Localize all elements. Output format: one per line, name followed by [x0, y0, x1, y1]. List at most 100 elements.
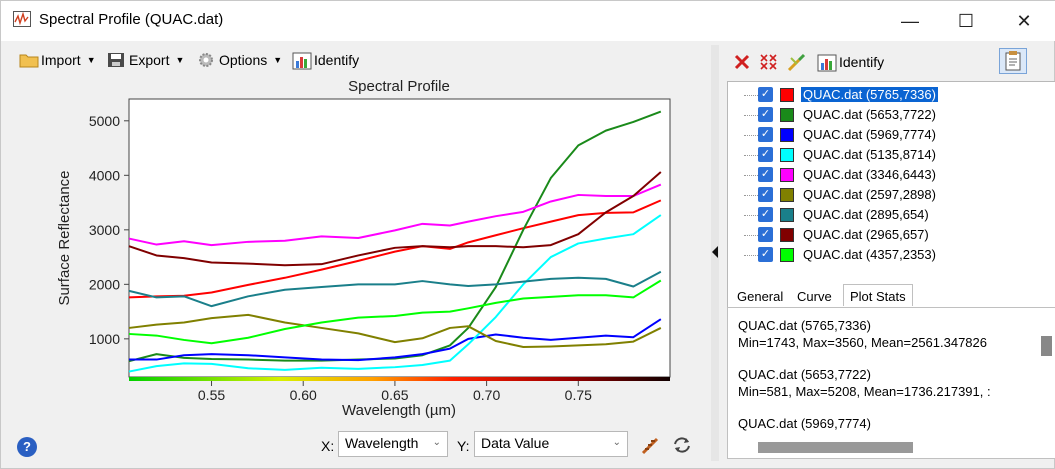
layer-item[interactable]: ✓ QUAC.dat (5135,8714) — [728, 145, 1055, 165]
layer-item[interactable]: ✓ QUAC.dat (2965,657) — [728, 225, 1055, 245]
y-tick-label: 5000 — [89, 113, 120, 129]
stats-line: QUAC.dat (5969,7774) — [738, 416, 871, 431]
layer-name: QUAC.dat (2895,654) — [803, 207, 929, 222]
layer-visibility-checkbox[interactable]: ✓ — [758, 147, 773, 162]
layer-visibility-checkbox[interactable]: ✓ — [758, 167, 773, 182]
options-menu-button[interactable]: Options ▼ — [197, 49, 282, 71]
chevron-down-icon: ▼ — [175, 55, 185, 65]
horizontal-scrollbar[interactable] — [758, 442, 913, 453]
chart-svg[interactable]: Spectral Profile 1000 2000 3000 4000 5000 0.… — [1, 71, 711, 427]
y-tick-label: 4000 — [89, 167, 120, 183]
layer-color-swatch[interactable] — [780, 148, 794, 162]
layer-name: QUAC.dat (2965,657) — [803, 227, 929, 242]
stack-plot-icon[interactable] — [641, 435, 659, 460]
x-tick-label: 0.70 — [473, 387, 500, 403]
layer-visibility-checkbox[interactable]: ✓ — [758, 187, 773, 202]
layer-color-swatch[interactable] — [780, 208, 794, 222]
spectral-profile-app-icon — [13, 11, 31, 27]
properties-tabs: General Curve Plot Stats — [727, 283, 1055, 307]
chevron-down-icon: ▼ — [86, 55, 96, 65]
y-axis-label: Surface Reflectance — [56, 170, 73, 305]
layer-name: QUAC.dat (5969,7774) — [803, 127, 936, 142]
delete-icon[interactable] — [733, 53, 751, 76]
layer-visibility-checkbox[interactable]: ✓ — [758, 207, 773, 222]
vertical-scrollbar[interactable] — [1041, 336, 1052, 356]
tab-plot-stats[interactable]: Plot Stats — [843, 284, 913, 306]
layer-name: QUAC.dat (4357,2353) — [803, 247, 936, 262]
layer-color-swatch[interactable] — [780, 228, 794, 242]
layer-color-swatch[interactable] — [780, 108, 794, 122]
y-tick-label: 3000 — [89, 222, 120, 238]
layer-name: QUAC.dat (5135,8714) — [803, 147, 936, 162]
layer-visibility-checkbox[interactable]: ✓ — [758, 127, 773, 142]
layer-visibility-checkbox[interactable]: ✓ — [758, 227, 773, 242]
stats-line: QUAC.dat (5765,7336) — [738, 318, 871, 333]
edit-curve-icon[interactable] — [787, 52, 807, 77]
layer-name: QUAC.dat (2597,2898) — [803, 187, 936, 202]
identify-button[interactable]: Identify — [292, 49, 359, 71]
x-tick-label: 0.55 — [198, 387, 225, 403]
stats-line: QUAC.dat (5653,7722) — [738, 367, 871, 382]
collapse-arrow-icon[interactable] — [711, 245, 719, 259]
export-label: Export — [129, 52, 170, 68]
layer-item[interactable]: ✓ QUAC.dat (4357,2353) — [728, 245, 1055, 265]
layer-color-swatch[interactable] — [780, 248, 794, 262]
layer-visibility-checkbox[interactable]: ✓ — [758, 107, 773, 122]
identify-chart-icon — [817, 54, 837, 72]
layer-color-swatch[interactable] — [780, 128, 794, 142]
minimize-button[interactable]: — — [887, 7, 933, 35]
save-disk-icon — [107, 52, 125, 68]
layer-item[interactable]: ✓ QUAC.dat (3346,6443) — [728, 165, 1055, 185]
stats-line: Min=1743, Max=3560, Mean=2561.347826 — [738, 335, 987, 350]
y-axis: 1000 2000 3000 4000 5000 — [89, 113, 129, 347]
layer-item[interactable]: ✓ QUAC.dat (5653,7722) — [728, 105, 1055, 125]
right-toolbar: Identify — [719, 41, 1055, 81]
right-panel: Identify ✓ QUAC.dat (5765,7336) ✓ QUAC.dat … — [719, 41, 1055, 469]
spectral-profile-window: Spectral Profile (QUAC.dat) — ☐ ✕ Import… — [0, 0, 1055, 469]
layer-name: QUAC.dat (5653,7722) — [803, 107, 936, 122]
title-bar: Spectral Profile (QUAC.dat) — ☐ ✕ — [1, 1, 1055, 41]
x-axis: 0.55 0.60 0.65 0.70 0.75 — [198, 381, 592, 403]
maximize-button[interactable]: ☐ — [943, 7, 989, 35]
tab-curve[interactable]: Curve — [791, 287, 838, 306]
identify-chart-icon — [292, 52, 312, 70]
properties-panel-toggle[interactable] — [999, 48, 1027, 74]
spectral-profile-chart[interactable]: Spectral Profile 1000 2000 3000 4000 5000 0.… — [1, 71, 711, 431]
layer-item[interactable]: ✓ QUAC.dat (2895,654) — [728, 205, 1055, 225]
right-identify-button[interactable]: Identify — [817, 51, 884, 73]
layer-item[interactable]: ✓ QUAC.dat (5969,7774) — [728, 125, 1055, 145]
options-label: Options — [219, 52, 268, 68]
x-axis-dropdown-value: Wavelength — [345, 435, 419, 451]
y-tick-label: 2000 — [89, 276, 120, 292]
x-axis-label: Wavelength (µm) — [342, 402, 456, 419]
x-axis-selector-label: X: — [321, 438, 335, 454]
layer-name: QUAC.dat (3346,6443) — [803, 167, 936, 182]
layer-color-swatch[interactable] — [780, 168, 794, 182]
folder-icon — [19, 52, 39, 68]
layer-item[interactable]: ✓ QUAC.dat (5765,7336) — [728, 85, 1055, 105]
x-axis-dropdown[interactable]: Wavelength ⌄ — [338, 431, 448, 457]
close-button[interactable]: ✕ — [1001, 7, 1047, 35]
right-identify-label: Identify — [839, 54, 885, 70]
layer-color-swatch[interactable] — [780, 88, 794, 102]
panel-splitter[interactable] — [711, 45, 719, 461]
layer-color-swatch[interactable] — [780, 188, 794, 202]
layer-item[interactable]: ✓ QUAC.dat (2597,2898) — [728, 185, 1055, 205]
x-tick-label: 0.60 — [290, 387, 317, 403]
refresh-icon[interactable] — [672, 436, 692, 459]
identify-label: Identify — [314, 52, 360, 68]
wavelength-color-bar — [129, 377, 670, 381]
export-menu-button[interactable]: Export ▼ — [107, 49, 184, 71]
y-axis-dropdown-value: Data Value — [481, 435, 550, 451]
delete-all-icon[interactable] — [759, 53, 779, 76]
layer-visibility-checkbox[interactable]: ✓ — [758, 247, 773, 262]
layer-name: QUAC.dat (5765,7336) — [801, 87, 938, 102]
x-tick-label: 0.75 — [565, 387, 592, 403]
properties-icon — [1005, 51, 1021, 71]
y-tick-label: 1000 — [89, 331, 120, 347]
tab-general[interactable]: General — [731, 287, 789, 306]
import-menu-button[interactable]: Import ▼ — [19, 49, 96, 71]
layer-visibility-checkbox[interactable]: ✓ — [758, 87, 773, 102]
y-axis-dropdown[interactable]: Data Value ⌄ — [474, 431, 628, 457]
plot-stats-panel: QUAC.dat (5765,7336) Min=1743, Max=3560,… — [727, 307, 1055, 459]
